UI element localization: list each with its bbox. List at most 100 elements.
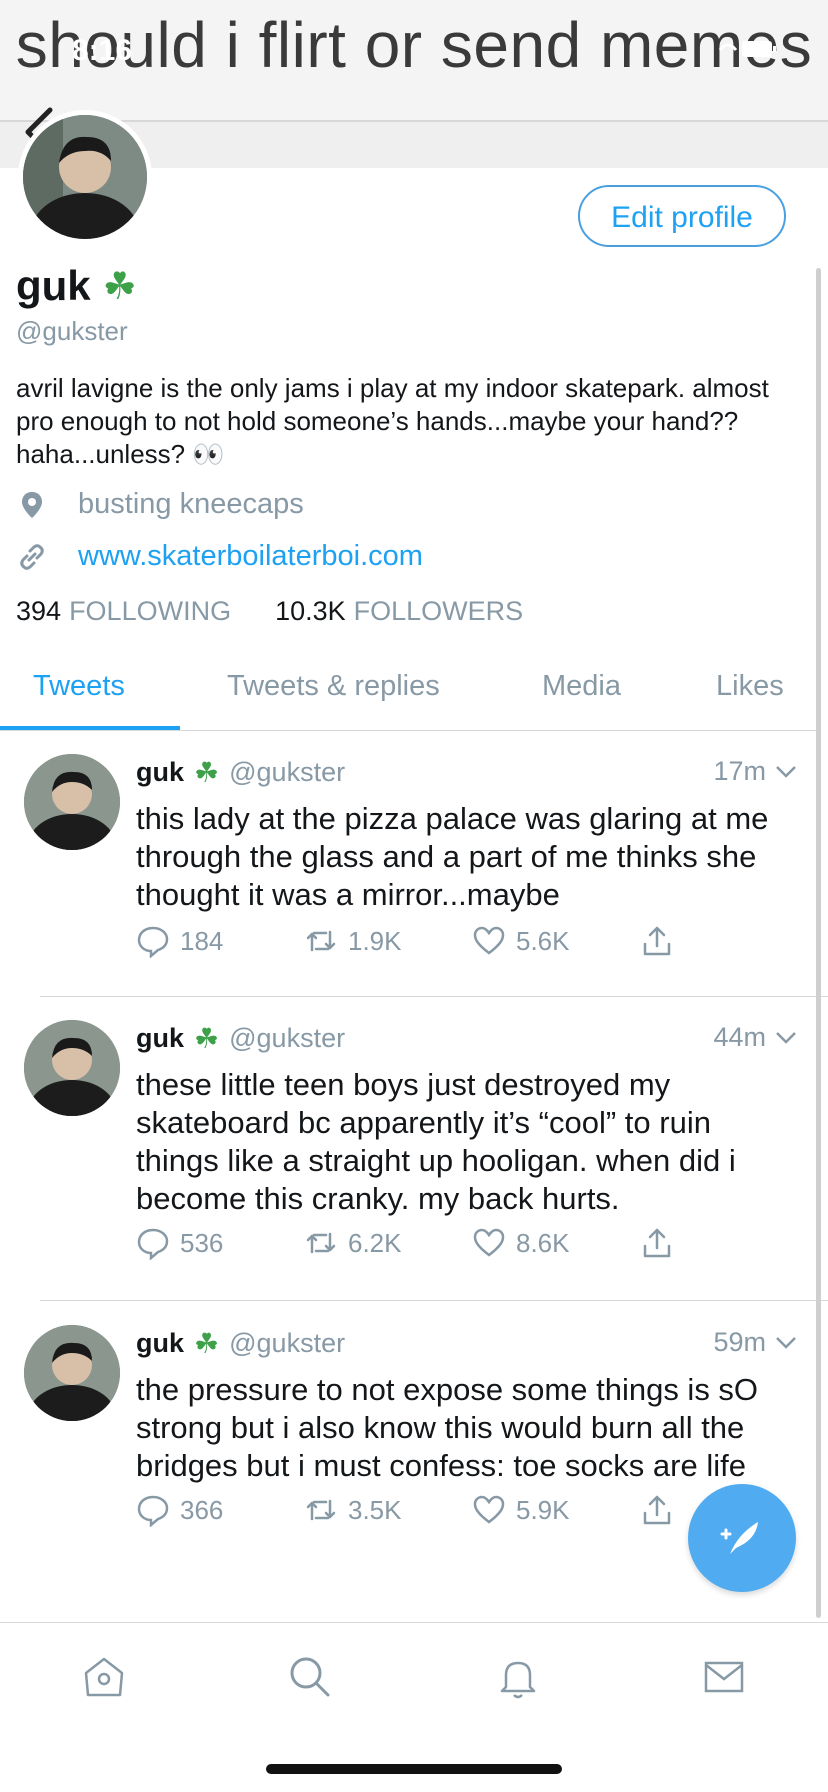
link-icon	[20, 543, 44, 570]
tweet-avatar[interactable]	[24, 1325, 120, 1421]
tweet-time: 17m	[713, 756, 798, 787]
location-pin-icon	[22, 491, 42, 518]
edit-profile-button[interactable]: Edit profile	[578, 185, 786, 247]
tweet-author-handle: @gukster	[229, 757, 346, 787]
share-button[interactable]	[640, 1226, 808, 1260]
home-indicator[interactable]	[266, 1764, 562, 1774]
reply-count: 366	[180, 1494, 224, 1525]
tab-tweets-replies[interactable]: Tweets & replies	[227, 670, 440, 703]
followers-label: FOLLOWERS	[353, 596, 524, 626]
like-count: 5.6K	[516, 925, 570, 956]
tweet-text: the pressure to not expose some things i…	[136, 1372, 759, 1483]
battery-icon	[718, 41, 776, 57]
tweet-header: guk ☘ @gukster	[136, 1022, 345, 1055]
share-icon	[643, 1228, 671, 1258]
reply-icon	[137, 926, 169, 958]
compose-icon	[720, 1522, 758, 1554]
followers-count[interactable]: 10.3K FOLLOWERS	[275, 596, 523, 627]
tweet[interactable]: guk ☘ @gukster 17m this lady at the pizz…	[0, 734, 828, 996]
clover-emoji-icon: ☘	[194, 1023, 220, 1054]
tab-media[interactable]: Media	[542, 670, 621, 703]
like-icon	[473, 926, 505, 955]
like-icon	[473, 1228, 505, 1257]
tweet-text: this lady at the pizza palace was glarin…	[136, 801, 769, 912]
home-icon[interactable]	[80, 1653, 128, 1701]
tweet-author-name[interactable]: guk	[136, 1328, 184, 1359]
avatar-image	[23, 115, 147, 239]
follow-counts: 394 FOLLOWING 10.3K FOLLOWERS	[16, 596, 567, 627]
profile-name-row: guk ☘	[16, 262, 137, 310]
reply-button[interactable]: 536	[136, 1226, 304, 1260]
tweet-time: 59m	[713, 1327, 798, 1358]
website-link[interactable]: www.skaterboilaterboi.com	[78, 540, 423, 573]
tweet-author-name[interactable]: guk	[136, 757, 184, 788]
reply-count: 536	[180, 1227, 224, 1258]
retweet-icon	[306, 1499, 336, 1521]
followers-number: 10.3K	[275, 596, 346, 626]
share-icon	[643, 1495, 671, 1525]
retweet-button[interactable]: 3.5K	[304, 1493, 472, 1527]
tweet-author-handle: @gukster	[229, 1328, 346, 1358]
tweet-divider	[40, 1300, 828, 1301]
reply-icon	[137, 1228, 169, 1260]
tweet-time: 44m	[713, 1022, 798, 1053]
retweet-icon	[306, 930, 336, 952]
like-icon	[473, 1495, 505, 1524]
tweet-avatar[interactable]	[24, 1020, 120, 1116]
reply-icon	[137, 1495, 169, 1527]
avatar-image	[24, 754, 120, 850]
status-time: 8:16	[72, 34, 133, 67]
tweet-divider	[40, 996, 828, 997]
bottom-navigation	[0, 1622, 828, 1733]
tweet-text: these little teen boys just destroyed my…	[136, 1067, 736, 1216]
reply-button[interactable]: 366	[136, 1493, 304, 1527]
following-count[interactable]: 394 FOLLOWING	[16, 596, 231, 627]
profile-name: guk	[16, 262, 91, 309]
profile-bio: avril lavigne is the only jams i play at…	[16, 373, 769, 469]
scrollbar[interactable]	[816, 268, 821, 1618]
share-icon	[643, 926, 671, 956]
like-button[interactable]: 5.6K	[472, 924, 640, 958]
location-text: busting kneecaps	[78, 488, 304, 520]
tweet-avatar[interactable]	[24, 754, 120, 850]
share-button[interactable]	[640, 924, 808, 958]
avatar-image	[24, 1325, 120, 1421]
retweet-count: 1.9K	[348, 925, 402, 956]
tab-tweets[interactable]: Tweets	[33, 670, 125, 703]
retweet-button[interactable]: 6.2K	[304, 1226, 472, 1260]
like-count: 5.9K	[516, 1494, 570, 1525]
notifications-icon[interactable]	[494, 1653, 542, 1701]
clover-emoji-icon: ☘	[102, 265, 137, 308]
profile-website[interactable]: www.skaterboilaterboi.com	[16, 540, 423, 573]
compose-tweet-button[interactable]	[688, 1484, 796, 1592]
tab-likes[interactable]: Likes	[716, 670, 784, 703]
like-button[interactable]: 5.9K	[472, 1493, 640, 1527]
profile-tabs: Tweets Tweets & replies Media Likes	[0, 640, 818, 731]
chevron-down-icon[interactable]	[774, 764, 798, 780]
avatar-image	[24, 1020, 120, 1116]
profile-avatar[interactable]	[18, 110, 152, 244]
following-label: FOLLOWING	[69, 596, 232, 626]
tweet[interactable]: guk ☘ @gukster 44m these little teen boy…	[0, 1000, 828, 1300]
tweet-header: guk ☘ @gukster	[136, 756, 345, 789]
following-number: 394	[16, 596, 62, 626]
tweet-timestamp: 17m	[713, 756, 766, 786]
tweet-timestamp: 44m	[713, 1022, 766, 1052]
profile-handle: @gukster	[16, 316, 128, 346]
active-tab-indicator	[0, 726, 180, 730]
profile-location: busting kneecaps	[16, 488, 304, 521]
like-count: 8.6K	[516, 1227, 570, 1258]
like-button[interactable]: 8.6K	[472, 1226, 640, 1260]
messages-icon[interactable]	[700, 1653, 748, 1701]
tweet-actions: 536 6.2K 8.6K	[136, 1226, 808, 1260]
tweet-author-name[interactable]: guk	[136, 1023, 184, 1054]
retweet-count: 6.2K	[348, 1227, 402, 1258]
chevron-down-icon[interactable]	[774, 1030, 798, 1046]
tweet-actions: 184 1.9K 5.6K	[136, 924, 808, 958]
clover-emoji-icon: ☘	[194, 1328, 220, 1359]
search-icon[interactable]	[286, 1653, 334, 1701]
reply-button[interactable]: 184	[136, 924, 304, 958]
chevron-down-icon[interactable]	[774, 1335, 798, 1351]
retweet-button[interactable]: 1.9K	[304, 924, 472, 958]
tweet-author-handle: @gukster	[229, 1023, 346, 1053]
